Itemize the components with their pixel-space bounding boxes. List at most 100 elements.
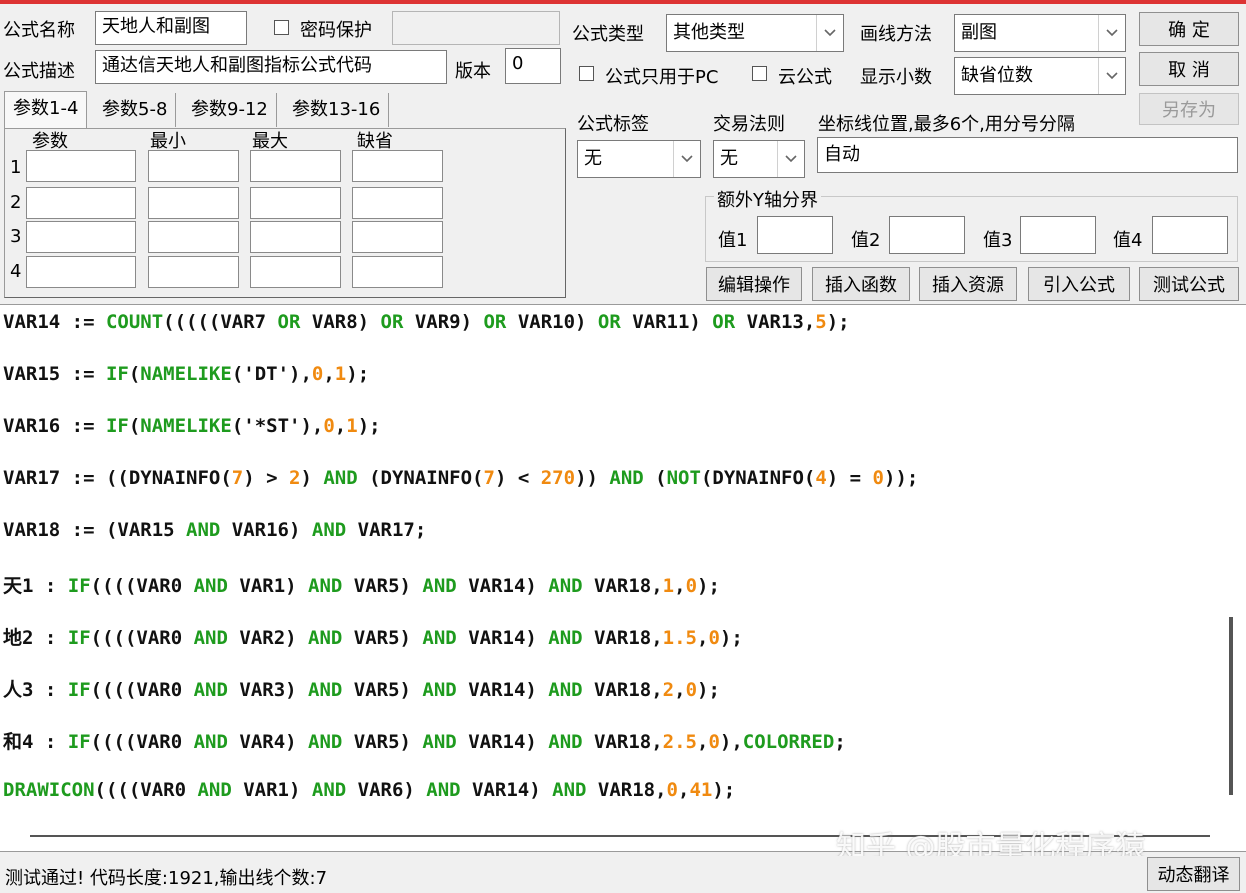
param-row-number: 4 [10,261,22,282]
param-2-min-input[interactable] [148,187,239,219]
tab-params-5-8[interactable]: 参数5-8 [94,93,177,127]
code-token: 0 [666,779,678,801]
code-token: AND [193,731,228,753]
param-1-min-input[interactable] [148,150,239,182]
val4-input[interactable] [1152,216,1228,254]
code-token: 2 [662,679,675,701]
code-token: DRAWICON [3,779,95,801]
test-formula-button[interactable]: 测试公式 [1139,267,1239,301]
formula-name-input[interactable]: 天地人和副图 [95,11,247,45]
param-1-name-input[interactable] [26,150,136,182]
code-token: NAMELIKE [140,363,232,385]
import-formula-button[interactable]: 引入公式 [1028,267,1130,301]
cancel-button[interactable]: 取 消 [1139,52,1239,86]
code-token: VAR18, [582,575,663,597]
formula-type-select[interactable]: 其他类型 [666,14,844,52]
code-token: VAR18, [582,731,663,753]
code-line[interactable]: VAR18 := (VAR15 AND VAR16) AND VAR17; [3,519,426,541]
param-2-name-input[interactable] [26,187,136,219]
edit-ops-button[interactable]: 编辑操作 [706,267,802,301]
code-token: ); [719,627,743,649]
title-accent-bar [0,0,1246,4]
insert-func-button[interactable]: 插入函数 [812,267,910,301]
code-token: , [697,627,709,649]
chevron-down-icon[interactable] [673,141,700,177]
password-input[interactable] [392,11,560,45]
draw-method-select[interactable]: 副图 [954,14,1126,52]
param-4-max-input[interactable] [250,256,341,288]
code-token: ); [697,575,720,597]
formula-tag-select[interactable]: 无 [577,140,701,178]
code-token: VAR9) [403,311,484,333]
code-token: ); [357,415,381,437]
dynamic-translate-button[interactable]: 动态翻译 [1147,857,1240,891]
code-line[interactable]: VAR17 := ((DYNAINFO(7) > 2) AND (DYNAINF… [3,467,918,489]
vertical-scrollbar-thumb[interactable] [1229,617,1233,795]
cloud-formula-checkbox[interactable] [752,66,767,81]
chevron-down-icon[interactable] [1098,58,1125,94]
param-3-min-input[interactable] [148,221,239,253]
tab-params-1-4[interactable]: 参数1-4 [4,91,88,129]
code-line[interactable]: 和4 : IF((((VAR0 AND VAR4) AND VAR5) AND … [3,727,846,754]
tab-params-13-16[interactable]: 参数13-16 [284,93,390,127]
tab-params-9-12[interactable]: 参数9-12 [183,93,277,127]
code-line[interactable]: VAR15 := IF(NAMELIKE('DT'),0,1); [3,363,369,385]
code-token: 0 [685,575,698,597]
show-decimals-select[interactable]: 缺省位数 [954,57,1126,95]
axis-position-input[interactable]: 自动 [817,137,1238,173]
insert-resource-button[interactable]: 插入资源 [919,267,1017,301]
save-as-button[interactable]: 另存为 [1139,93,1239,125]
code-token: AND [193,575,228,597]
version-input[interactable]: 0 [505,48,561,84]
val1-label: 值1 [718,230,748,251]
code-token: ((((VAR0 [94,779,198,801]
chevron-down-icon[interactable] [816,15,843,51]
code-line[interactable]: DRAWICON((((VAR0 AND VAR1) AND VAR6) AND… [3,779,735,801]
code-token: ((((VAR0 [90,731,194,753]
code-token: OR [380,311,404,333]
param-2-max-input[interactable] [250,187,341,219]
formula-desc-input[interactable]: 通达信天地人和副图指标公式代码 [95,50,447,84]
param-4-default-input[interactable] [352,256,443,288]
val1-input[interactable] [757,216,833,254]
code-editor[interactable]: VAR14 := COUNT(((((VAR7 OR VAR8) OR VAR9… [0,304,1246,852]
formula-type-label: 公式类型 [572,24,644,45]
code-line[interactable]: VAR16 := IF(NAMELIKE('*ST'),0,1); [3,415,381,437]
code-token: AND [548,627,583,649]
param-row-number: 2 [10,192,22,213]
code-token: 1.5 [662,627,697,649]
param-4-min-input[interactable] [148,256,239,288]
code-token: ) > [243,467,289,489]
code-token: VAR8) [300,311,381,333]
code-token: COLORRED [742,731,835,753]
password-protect-checkbox[interactable] [274,20,289,35]
val3-input[interactable] [1020,216,1096,254]
val2-input[interactable] [889,216,965,254]
param-3-default-input[interactable] [352,221,443,253]
code-token: ( [128,363,141,385]
code-line[interactable]: 地2 : IF((((VAR0 AND VAR2) AND VAR5) AND … [3,623,743,650]
param-3-name-input[interactable] [26,221,136,253]
param-2-default-input[interactable] [352,187,443,219]
pc-only-checkbox[interactable] [579,66,594,81]
param-1-max-input[interactable] [250,150,341,182]
ok-button[interactable]: 确 定 [1139,12,1239,46]
code-token: (((((VAR7 [163,311,278,333]
code-token: IF [105,415,129,437]
param-4-name-input[interactable] [26,256,136,288]
code-token: ); [346,363,370,385]
param-1-default-input[interactable] [352,150,443,182]
param-row-number: 3 [10,226,22,247]
trade-rule-select[interactable]: 无 [713,140,805,178]
code-token: 和4 : [3,731,68,753]
code-token: OR [277,311,301,333]
code-line[interactable]: 人3 : IF((((VAR0 AND VAR3) AND VAR5) AND … [3,675,720,702]
show-decimals-label: 显示小数 [860,67,932,88]
code-line[interactable]: VAR14 := COUNT(((((VAR7 OR VAR8) OR VAR9… [3,311,850,333]
param-3-max-input[interactable] [250,221,341,253]
code-token: AND [609,467,644,489]
code-line[interactable]: 天1 : IF((((VAR0 AND VAR1) AND VAR5) AND … [3,571,720,598]
code-token: COUNT [105,311,164,333]
chevron-down-icon[interactable] [1098,15,1125,51]
chevron-down-icon[interactable] [777,141,804,177]
